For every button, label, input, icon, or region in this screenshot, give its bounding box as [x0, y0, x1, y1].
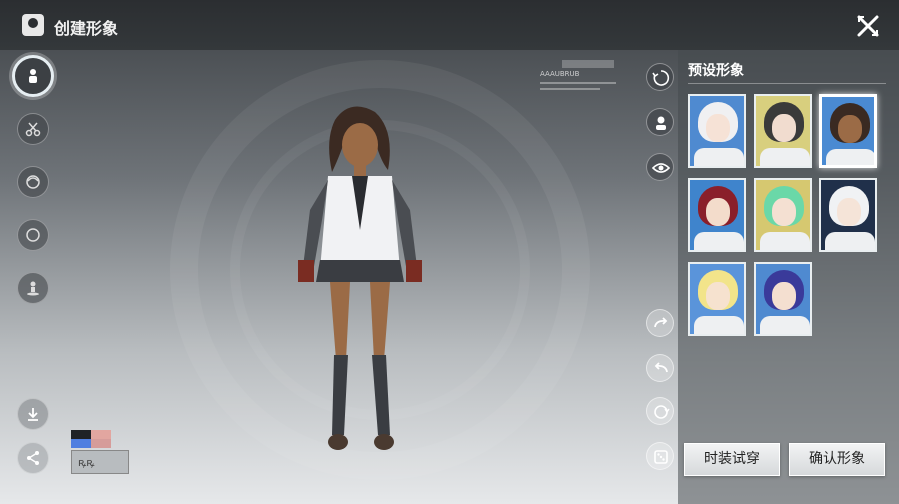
portrait-outfit [760, 316, 810, 334]
compass-icon [26, 228, 40, 242]
toggle-visibility-button[interactable] [646, 153, 674, 181]
dice-icon [654, 450, 668, 464]
portrait-face [772, 114, 796, 142]
hud-readout: AAAUBRUB [540, 60, 616, 90]
swatch-pink[interactable] [91, 430, 111, 439]
hairstyle-tool-button[interactable] [17, 113, 49, 145]
color-swatches[interactable] [71, 430, 111, 448]
eye-icon [652, 163, 670, 173]
swatch-rose[interactable] [91, 439, 111, 448]
preset-portrait[interactable] [688, 262, 746, 336]
pattern-label: ꝶꝶ [78, 456, 95, 469]
preset-panel: 预设形象 [678, 50, 899, 504]
redo-icon [654, 317, 668, 328]
share-button[interactable] [17, 442, 49, 474]
preset-portrait[interactable] [819, 178, 877, 252]
undo-icon [654, 362, 668, 373]
preset-portrait[interactable] [754, 94, 812, 168]
reset-button[interactable] [646, 397, 674, 425]
portrait-outfit [694, 148, 744, 166]
preset-portrait[interactable] [754, 262, 812, 336]
face-icon [26, 175, 40, 189]
hud-line [540, 88, 600, 90]
top-bar: 创建形象 [0, 0, 899, 50]
panel-title: 预设形象 [688, 63, 744, 79]
pose-tool-button[interactable] [17, 272, 49, 304]
makeup-tool-button[interactable] [17, 219, 49, 251]
swatch-blue[interactable] [71, 439, 91, 448]
redo-button[interactable] [646, 309, 674, 337]
portrait-outfit [825, 232, 875, 250]
portrait-face [706, 198, 730, 226]
portrait-face [772, 198, 796, 226]
portrait-outfit [694, 316, 744, 334]
scissors-icon [25, 122, 41, 137]
randomize-button[interactable] [646, 442, 674, 470]
figure-icon [27, 281, 39, 296]
close-icon [857, 15, 879, 37]
hud-caption: AAAUBRUB [540, 70, 580, 78]
preset-portrait[interactable] [688, 178, 746, 252]
preset-portrait[interactable] [688, 94, 746, 168]
body-icon [29, 69, 37, 83]
face-tool-button[interactable] [17, 166, 49, 198]
swatch-black[interactable] [71, 430, 91, 439]
portrait-outfit [760, 148, 810, 166]
portrait-face [838, 115, 862, 143]
portrait-face [837, 198, 861, 226]
portrait-outfit [694, 232, 744, 250]
page-title: 创建形象 [54, 19, 119, 38]
preset-portrait[interactable] [819, 94, 877, 168]
portrait-outfit [826, 149, 874, 165]
pattern-preview[interactable]: ꝶꝶ [71, 450, 129, 474]
portrait-face [706, 282, 730, 310]
download-button[interactable] [17, 398, 49, 430]
download-icon [28, 408, 38, 421]
camera-view-button[interactable] [646, 108, 674, 136]
reset-icon [654, 405, 670, 419]
hud-line [540, 82, 616, 84]
hud-tag [562, 60, 614, 68]
rotate-pose-button[interactable] [646, 63, 674, 91]
undo-button[interactable] [646, 354, 674, 382]
character-model[interactable] [280, 100, 440, 470]
close-button[interactable] [854, 12, 882, 40]
avatar-icon [656, 116, 666, 130]
portrait-face [772, 282, 796, 310]
preset-portrait[interactable] [754, 178, 812, 252]
confirm-appearance-button[interactable]: 确认形象 [789, 443, 885, 476]
share-icon [27, 451, 39, 465]
body-type-tool-button[interactable] [12, 55, 54, 97]
portrait-face [706, 114, 730, 142]
portrait-outfit [760, 232, 810, 250]
divider [688, 83, 886, 84]
character-icon [22, 14, 44, 36]
try-outfit-button[interactable]: 时装试穿 [684, 443, 780, 476]
pose-rotate-icon [652, 70, 670, 86]
